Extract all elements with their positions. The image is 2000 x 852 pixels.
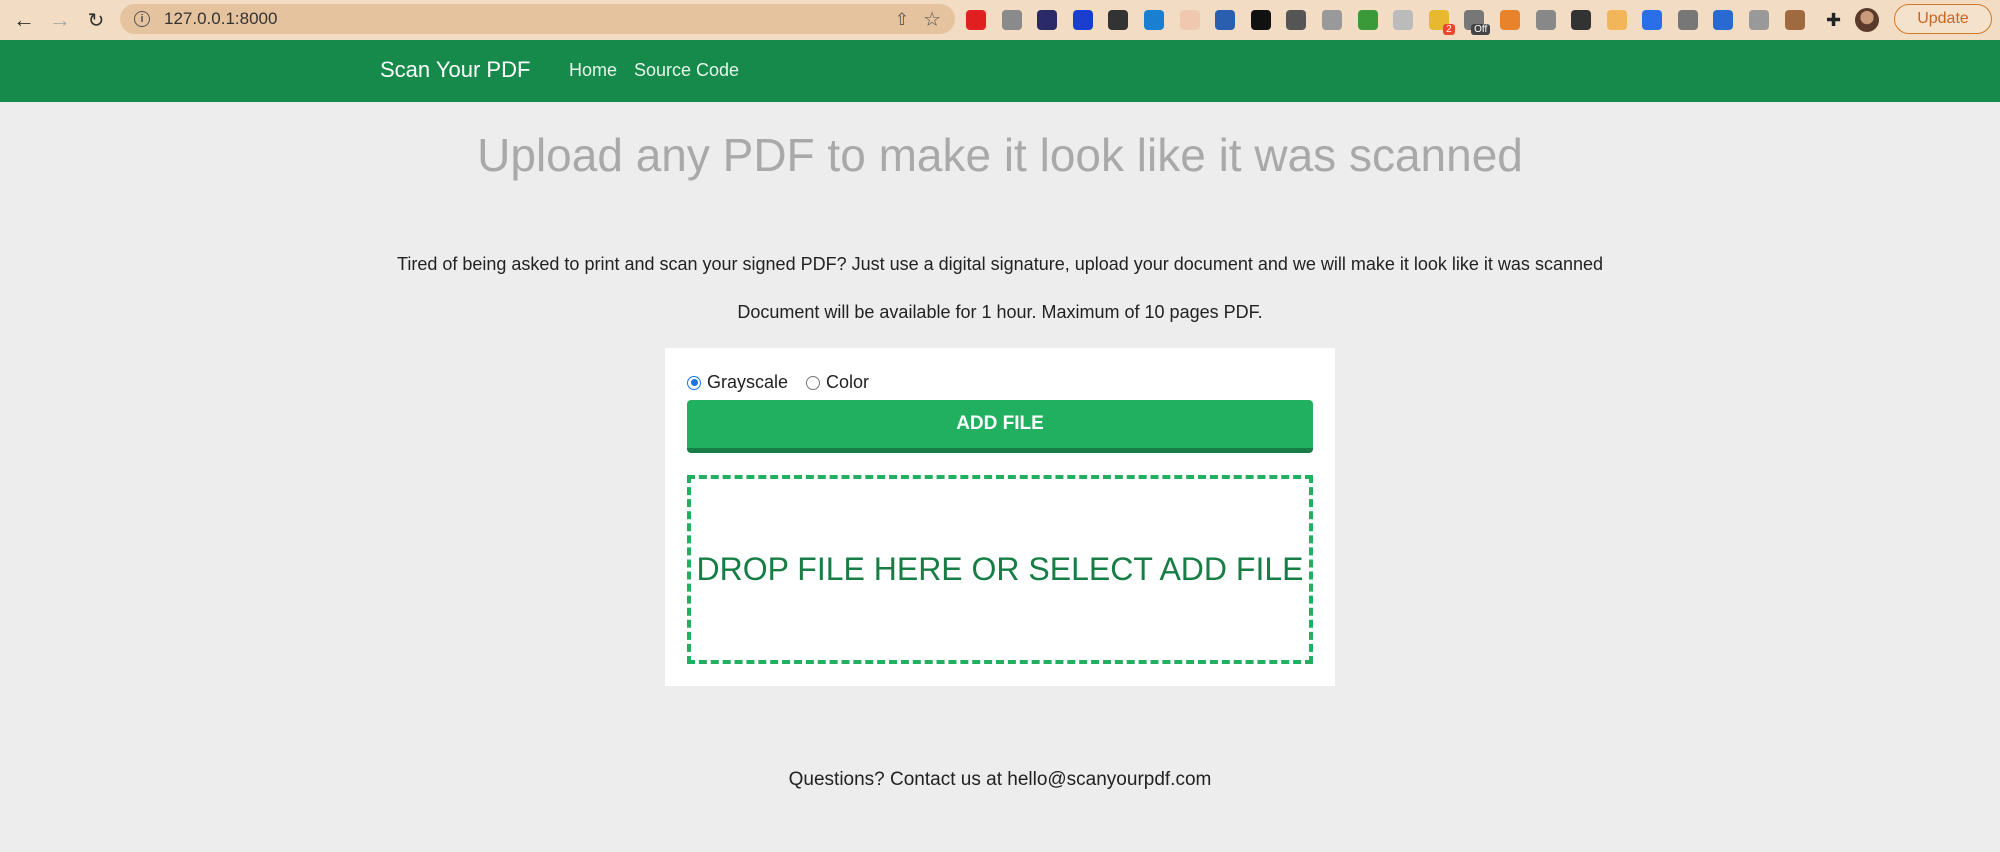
site-info-icon[interactable]: i [134, 11, 150, 27]
color-radio[interactable] [806, 375, 821, 390]
browser-toolbar: ← → ↻ i 127.0.0.1:8000 ⇧ ☆ 2 Off ✚ Update [0, 0, 2000, 40]
page-headline: Upload any PDF to make it look like it w… [477, 129, 1523, 181]
pen-icon[interactable] [1642, 10, 1663, 30]
reload-icon[interactable]: ↻ [78, 4, 114, 36]
share-icon[interactable]: ⇧ [895, 10, 909, 30]
s-square-icon[interactable] [1713, 10, 1734, 30]
fox-icon[interactable] [1499, 10, 1520, 30]
file-dropzone[interactable]: DROP FILE HERE OR SELECT ADD FILE [687, 475, 1313, 664]
gear-flower-icon[interactable] [1179, 10, 1200, 30]
block-icon[interactable] [1037, 10, 1058, 30]
dropzone-label: DROP FILE HERE OR SELECT ADD FILE [696, 551, 1304, 587]
glasses-icon[interactable] [1677, 10, 1698, 30]
notice-text: Document will be available for 1 hour. M… [737, 302, 1263, 322]
box-icon[interactable] [1606, 10, 1627, 30]
site-navbar: Scan Your PDF Home Source Code [0, 40, 2000, 102]
address-bar[interactable]: i 127.0.0.1:8000 ⇧ ☆ [120, 4, 955, 34]
camera-icon[interactable] [1001, 10, 1022, 30]
intro-text: Tired of being asked to print and scan y… [397, 254, 1603, 274]
upload-card: Grayscale Color ADD FILE DROP FILE HERE … [665, 348, 1335, 686]
ghost-icon[interactable] [1393, 10, 1414, 30]
save-icon[interactable] [1215, 10, 1236, 30]
forward-arrow-icon[interactable]: → [42, 4, 78, 36]
color-mode-options: Grayscale Color [687, 372, 869, 393]
folder-icon[interactable] [1108, 10, 1129, 30]
s-icon[interactable] [1143, 10, 1164, 30]
extension-badge: 2 [1443, 24, 1455, 35]
cookie-icon[interactable] [1784, 10, 1805, 30]
color-label[interactable]: Color [826, 372, 869, 393]
grayscale-label[interactable]: Grayscale [707, 372, 788, 393]
v-icon[interactable] [1321, 10, 1342, 30]
crx-icon[interactable] [1749, 10, 1770, 30]
bookmark-star-icon[interactable]: ☆ [923, 7, 941, 32]
plus-ghost-icon[interactable] [1357, 10, 1378, 30]
translate-icon[interactable] [1286, 10, 1307, 30]
extensions-bar: 2 Off [966, 7, 1820, 35]
grayscale-radio[interactable] [687, 375, 701, 390]
url-text: 127.0.0.1:8000 [164, 9, 278, 28]
add-file-button[interactable]: ADD FILE [687, 400, 1313, 453]
site-brand[interactable]: Scan Your PDF [380, 57, 530, 83]
opera-icon[interactable] [966, 10, 986, 30]
back-arrow-icon[interactable]: ← [6, 4, 42, 36]
bulb-icon[interactable]: 2 [1428, 10, 1455, 35]
footer-contact: Questions? Contact us at hello@scanyourp… [788, 769, 1212, 790]
hat-icon[interactable]: Off [1464, 10, 1491, 35]
circle-c-icon[interactable] [1072, 10, 1093, 30]
profile-avatar[interactable] [1855, 8, 1880, 32]
cast-icon[interactable] [1535, 10, 1556, 30]
nav-link-home[interactable]: Home [569, 60, 617, 81]
nav-link-source-code[interactable]: Source Code [634, 60, 739, 81]
browser-update-button[interactable]: Update [1894, 4, 1992, 34]
dropper-icon[interactable] [1571, 10, 1592, 30]
pip-icon[interactable] [1250, 10, 1271, 30]
extension-badge: Off [1471, 24, 1491, 35]
extensions-puzzle-icon[interactable]: ✚ [1826, 10, 1841, 31]
